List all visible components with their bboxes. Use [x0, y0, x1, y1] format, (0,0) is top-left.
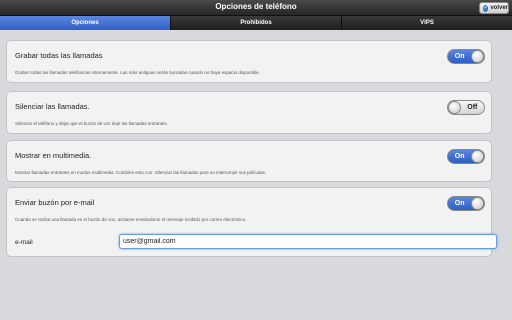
toggle-knob	[471, 50, 484, 63]
toggle-label: On	[454, 53, 465, 60]
setting-title: Silenciar las llamadas.	[15, 102, 90, 111]
back-button[interactable]: ✓ volver	[479, 2, 509, 14]
tab-prohibidos[interactable]: Prohibidos	[171, 16, 342, 30]
setting-show-multimedia: Mostrar en multimedia. Mostrar llamadas …	[6, 140, 492, 182]
setting-email-voicemail: Enviar buzón por e-mail Cuando se reciba…	[6, 187, 497, 257]
title-bar: Opciones de teléfono ✓ volver	[0, 0, 512, 16]
check-icon: ✓	[483, 4, 489, 12]
toggle-knob	[448, 101, 461, 114]
back-button-label: volver	[490, 5, 508, 11]
toggle-knob	[471, 150, 484, 163]
page-title: Opciones de teléfono	[215, 2, 297, 11]
setting-description: Mostrar llamadas entrantes en modos mult…	[15, 170, 267, 175]
silence-calls-toggle[interactable]: Off	[447, 100, 485, 115]
setting-description: Silenciar el teléfono y dejar que el buz…	[15, 121, 168, 126]
setting-title: Enviar buzón por e-mail	[15, 198, 95, 207]
toggle-label: On	[454, 153, 465, 160]
toggle-label: Off	[467, 104, 478, 111]
tab-opciones[interactable]: Opciones	[0, 16, 171, 30]
setting-description: Grabar todas las llamadas telefónicas in…	[15, 70, 260, 75]
tab-vips[interactable]: VIPS	[342, 16, 512, 30]
setting-title: Grabar todas las llamadas	[15, 51, 103, 60]
setting-description: Cuando se reciba una llamada en el buzón…	[15, 217, 247, 222]
toggle-knob	[471, 197, 484, 210]
setting-silence-calls: Silenciar las llamadas. Silenciar el tel…	[6, 91, 492, 134]
toggle-label: On	[454, 200, 465, 207]
tab-bar: Opciones Prohibidos VIPS	[0, 16, 512, 30]
show-multimedia-toggle[interactable]: On	[447, 149, 485, 164]
email-label: e-mail	[15, 239, 33, 246]
setting-title: Mostrar en multimedia.	[15, 151, 92, 160]
email-voicemail-toggle[interactable]: On	[447, 196, 485, 211]
email-field[interactable]	[119, 234, 497, 249]
record-calls-toggle[interactable]: On	[447, 49, 485, 64]
setting-record-calls: Grabar todas las llamadas Grabar todas l…	[6, 40, 492, 83]
